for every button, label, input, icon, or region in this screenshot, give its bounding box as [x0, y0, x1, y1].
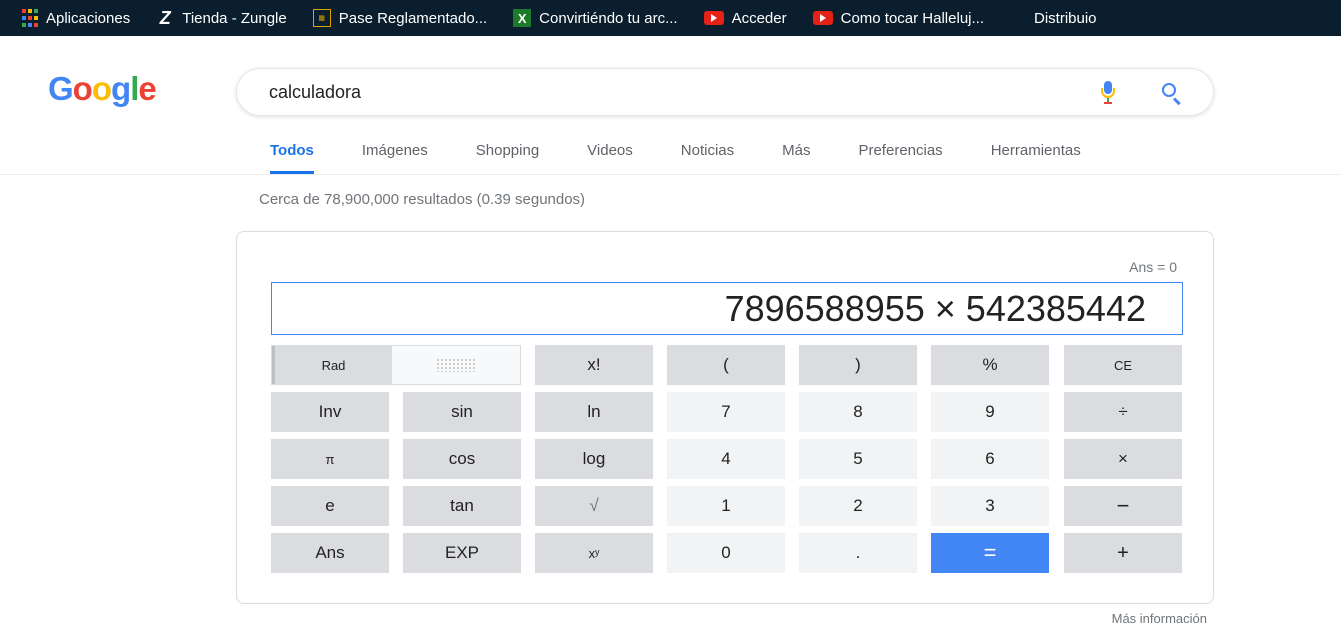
deg-dotted-icon: [436, 358, 476, 372]
logo-letter: G: [48, 70, 74, 107]
bookmark-aplicaciones[interactable]: Aplicaciones: [22, 9, 130, 27]
cos-button[interactable]: cos: [403, 439, 521, 479]
add-button[interactable]: +: [1064, 533, 1182, 573]
digit-0-button[interactable]: 0: [667, 533, 785, 573]
ans-readout: Ans = 0: [1129, 259, 1177, 275]
percent-button[interactable]: %: [931, 345, 1049, 385]
log-button[interactable]: log: [535, 439, 653, 479]
ans-button[interactable]: Ans: [271, 533, 389, 573]
bookmark-zungle[interactable]: Z Tienda - Zungle: [156, 7, 287, 28]
youtube-icon: [812, 11, 833, 25]
open-paren-button[interactable]: (: [667, 345, 785, 385]
power-button[interactable]: xʸ: [535, 533, 653, 573]
bookmarks-bar: Aplicaciones Z Tienda - Zungle ▦ Pase Re…: [0, 0, 1341, 36]
search-input[interactable]: calculadora: [269, 82, 1213, 103]
digit-9-button[interactable]: 9: [931, 392, 1049, 432]
digit-7-button[interactable]: 7: [667, 392, 785, 432]
search-icon[interactable]: [1161, 82, 1183, 106]
logo-letter: o: [72, 70, 93, 107]
tab-mas[interactable]: Más: [782, 142, 810, 174]
digit-8-button[interactable]: 8: [799, 392, 917, 432]
tab-preferencias[interactable]: Preferencias: [858, 142, 942, 174]
search-box[interactable]: calculadora: [236, 68, 1214, 116]
bookmark-convirtiendo[interactable]: X Convirtiéndo tu arc...: [513, 9, 678, 27]
microphone-icon[interactable]: [1101, 81, 1115, 105]
pi-button[interactable]: π: [271, 439, 389, 479]
apps-grid-icon: [22, 9, 38, 27]
tan-button[interactable]: tan: [403, 486, 521, 526]
logo-letter: e: [138, 70, 156, 107]
bookmark-distribuio[interactable]: Distribuio: [1034, 10, 1097, 27]
factorial-button[interactable]: x!: [535, 345, 653, 385]
bookmark-pase-reglamentado[interactable]: ▦ Pase Reglamentado...: [312, 9, 488, 27]
youtube-icon: [703, 11, 724, 25]
bookmark-label: Acceder: [731, 9, 787, 27]
bookmark-label: Aplicaciones: [46, 9, 131, 27]
digit-6-button[interactable]: 6: [931, 439, 1049, 479]
inv-button[interactable]: Inv: [271, 392, 389, 432]
sqrt-button[interactable]: √: [535, 486, 653, 526]
close-paren-button[interactable]: ): [799, 345, 917, 385]
digit-4-button[interactable]: 4: [667, 439, 785, 479]
decimal-button[interactable]: .: [799, 533, 917, 573]
bookmark-halleluja[interactable]: Como tocar Halleluj...: [812, 9, 984, 27]
bookmark-acceder[interactable]: Acceder: [703, 9, 787, 27]
logo-letter: o: [91, 70, 112, 107]
bookmark-label: Convirtiéndo tu arc...: [539, 9, 678, 27]
bookmark-label: Distribuio: [1034, 9, 1097, 27]
clear-entry-button[interactable]: CE: [1064, 345, 1182, 385]
bookmark-label: Pase Reglamentado...: [338, 9, 488, 27]
zungle-z-icon: Z: [159, 7, 171, 28]
rad-button[interactable]: Rad: [272, 346, 392, 384]
tab-todos[interactable]: Todos: [270, 142, 314, 174]
tab-imagenes[interactable]: Imágenes: [362, 142, 428, 174]
tab-herramientas[interactable]: Herramientas: [991, 142, 1081, 174]
divider: [0, 174, 1341, 175]
deg-button[interactable]: [392, 346, 520, 384]
bookmark-label: Como tocar Halleluj...: [840, 9, 984, 27]
divide-button[interactable]: ÷: [1064, 392, 1182, 432]
exp-button[interactable]: EXP: [403, 533, 521, 573]
digit-5-button[interactable]: 5: [799, 439, 917, 479]
result-stats: Cerca de 78,900,000 resultados (0.39 seg…: [259, 191, 586, 208]
multiply-button[interactable]: ×: [1064, 439, 1182, 479]
tab-shopping[interactable]: Shopping: [476, 142, 539, 174]
digit-1-button[interactable]: 1: [667, 486, 785, 526]
unam-icon: ▦: [312, 9, 331, 27]
calculator-card: Ans = 0 7896588955 × 542385442 Rad x! ( …: [236, 231, 1214, 604]
search-tabs: Todos Imágenes Shopping Videos Noticias …: [270, 142, 1081, 174]
e-button[interactable]: e: [271, 486, 389, 526]
logo-letter: g: [111, 70, 131, 107]
digit-2-button[interactable]: 2: [799, 486, 917, 526]
google-logo[interactable]: Google: [48, 70, 157, 108]
sin-button[interactable]: sin: [403, 392, 521, 432]
tab-noticias[interactable]: Noticias: [681, 142, 734, 174]
calculator-display[interactable]: 7896588955 × 542385442: [271, 282, 1183, 335]
bookmark-label: Tienda - Zungle: [182, 9, 287, 27]
excel-x-icon: X: [513, 9, 532, 27]
angle-mode-toggle[interactable]: Rad: [271, 345, 521, 385]
ln-button[interactable]: ln: [535, 392, 653, 432]
more-info-link[interactable]: Más información: [1112, 611, 1207, 626]
equals-button[interactable]: =: [931, 533, 1049, 573]
subtract-button[interactable]: −: [1064, 486, 1182, 526]
tab-videos[interactable]: Videos: [587, 142, 633, 174]
digit-3-button[interactable]: 3: [931, 486, 1049, 526]
